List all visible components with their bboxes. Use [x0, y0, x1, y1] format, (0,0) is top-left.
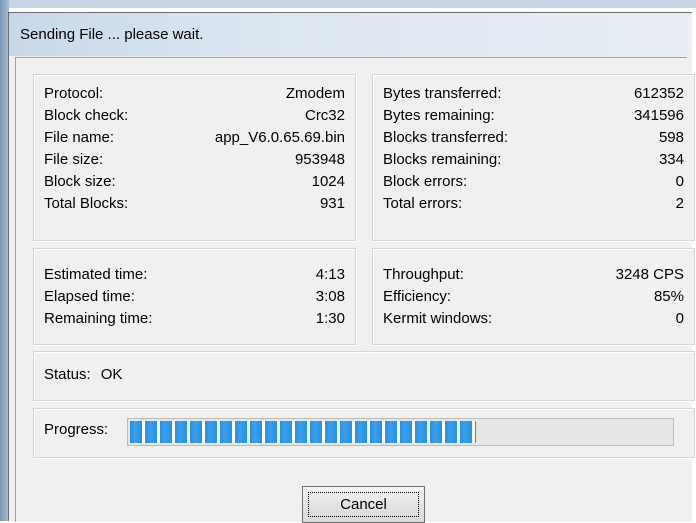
- total-blocks-label: Total Blocks:: [44, 195, 129, 212]
- progress-fill: [130, 421, 476, 443]
- block-size-value: 1024: [311, 173, 345, 190]
- total-errors-row: Total errors: 2: [383, 193, 684, 215]
- remaining-time-value: 1:30: [315, 310, 345, 327]
- block-errors-row: Block errors: 0: [383, 171, 684, 193]
- remaining-time-label: Remaining time:: [44, 310, 153, 327]
- remaining-time-row: Remaining time: 1:30: [44, 308, 345, 330]
- block-check-row: Block check: Crc32: [44, 105, 345, 127]
- total-errors-value: 2: [675, 195, 684, 212]
- total-blocks-row: Total Blocks: 931: [44, 193, 345, 215]
- efficiency-label: Efficiency:: [383, 288, 452, 305]
- bytes-remaining-label: Bytes remaining:: [383, 107, 495, 124]
- bytes-transferred-label: Bytes transferred:: [383, 85, 502, 102]
- status-value: OK: [100, 366, 123, 383]
- title-bar[interactable]: Sending File ... please wait.: [9, 13, 692, 56]
- protocol-value: Zmodem: [285, 85, 345, 102]
- sending-file-dialog: Sending File ... please wait. Protocol: …: [8, 12, 695, 523]
- block-size-row: Block size: 1024: [44, 171, 345, 193]
- elapsed-time-label: Elapsed time:: [44, 288, 135, 305]
- file-name-label: File name:: [44, 129, 115, 146]
- efficiency-value: 85%: [653, 288, 684, 305]
- throughput-label: Throughput:: [383, 266, 464, 283]
- file-size-label: File size:: [44, 151, 104, 168]
- progress-group: Progress:: [33, 408, 695, 458]
- block-check-value: Crc32: [304, 107, 345, 124]
- elapsed-time-value: 3:08: [315, 288, 345, 305]
- file-size-value: 953948: [294, 151, 345, 168]
- file-size-row: File size: 953948: [44, 149, 345, 171]
- progress-label: Progress:: [44, 421, 109, 438]
- blocks-transferred-label: Blocks transferred:: [383, 129, 509, 146]
- status-label: Status:: [44, 366, 91, 383]
- blocks-transferred-value: 598: [658, 129, 684, 146]
- performance-group: Throughput: 3248 CPS Efficiency: 85% Ker…: [372, 248, 695, 345]
- kermit-windows-row: Kermit windows: 0: [383, 308, 684, 330]
- total-blocks-value: 931: [319, 195, 345, 212]
- kermit-windows-value: 0: [675, 310, 684, 327]
- protocol-row: Protocol: Zmodem: [44, 83, 345, 105]
- bytes-remaining-value: 341596: [633, 107, 684, 124]
- file-name-row: File name: app_V6.0.65.69.bin: [44, 127, 345, 149]
- bytes-remaining-row: Bytes remaining: 341596: [383, 105, 684, 127]
- timing-group: Estimated time: 4:13 Elapsed time: 3:08 …: [33, 248, 356, 345]
- bytes-transferred-row: Bytes transferred: 612352: [383, 83, 684, 105]
- file-info-group: Protocol: Zmodem Block check: Crc32 File…: [33, 74, 356, 241]
- status-line: Status: OK: [44, 366, 132, 383]
- estimated-time-value: 4:13: [315, 266, 345, 283]
- blocks-remaining-row: Blocks remaining: 334: [383, 149, 684, 171]
- progress-bar: [127, 418, 674, 446]
- file-name-value: app_V6.0.65.69.bin: [214, 129, 345, 146]
- cancel-button[interactable]: Cancel: [302, 486, 425, 523]
- window-title: Sending File ... please wait.: [20, 26, 204, 43]
- protocol-label: Protocol:: [44, 85, 104, 102]
- efficiency-row: Efficiency: 85%: [383, 286, 684, 308]
- estimated-time-row: Estimated time: 4:13: [44, 264, 345, 286]
- block-errors-value: 0: [675, 173, 684, 190]
- throughput-row: Throughput: 3248 CPS: [383, 264, 684, 286]
- estimated-time-label: Estimated time:: [44, 266, 148, 283]
- bytes-transferred-value: 612352: [633, 85, 684, 102]
- blocks-transferred-row: Blocks transferred: 598: [383, 127, 684, 149]
- kermit-windows-label: Kermit windows:: [383, 310, 493, 327]
- status-group: Status: OK: [33, 351, 695, 401]
- block-check-label: Block check:: [44, 107, 129, 124]
- blocks-remaining-label: Blocks remaining:: [383, 151, 502, 168]
- transfer-stats-group: Bytes transferred: 612352 Bytes remainin…: [372, 74, 695, 241]
- blocks-remaining-value: 334: [658, 151, 684, 168]
- block-size-label: Block size:: [44, 173, 116, 190]
- total-errors-label: Total errors:: [383, 195, 463, 212]
- background-window-edge: [0, 0, 696, 8]
- throughput-value: 3248 CPS: [615, 266, 684, 283]
- dialog-client-area: Protocol: Zmodem Block check: Crc32 File…: [15, 57, 695, 523]
- block-errors-label: Block errors:: [383, 173, 468, 190]
- elapsed-time-row: Elapsed time: 3:08: [44, 286, 345, 308]
- cancel-button-label: Cancel: [308, 492, 419, 517]
